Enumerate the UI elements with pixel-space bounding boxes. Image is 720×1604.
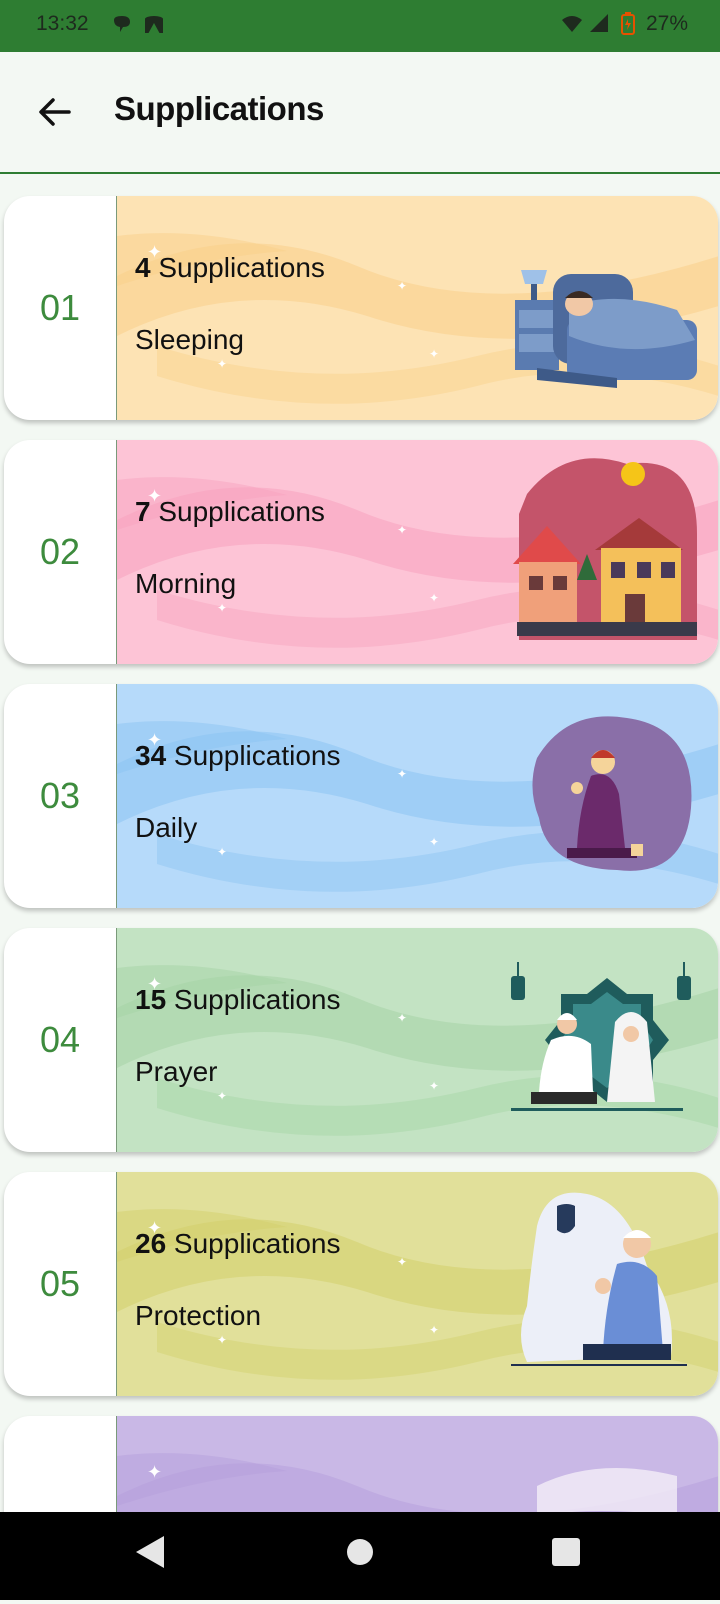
status-bar: 13:32 27%	[0, 0, 720, 52]
svg-text:✦: ✦	[397, 1011, 407, 1025]
back-arrow-icon[interactable]	[36, 94, 72, 130]
svg-text:✦: ✦	[147, 1462, 162, 1483]
category-card-partial[interactable]: ✦	[4, 1416, 718, 1512]
category-number: 01	[39, 287, 81, 328]
protection-shield-illustration	[511, 1192, 687, 1366]
category-panel: ✦ ✦ ✦ ✦ 7 Supplications Morning	[116, 440, 718, 664]
category-panel: ✦ ✦ ✦ ✦ 15 Supplications Prayer	[116, 928, 718, 1152]
category-number: 03	[39, 775, 81, 816]
svg-text:✦: ✦	[217, 1333, 227, 1347]
supplication-count: 4 Supplications	[135, 252, 325, 283]
battery-percent: 27%	[645, 12, 688, 35]
supplication-count: 34 Supplications	[135, 740, 341, 771]
category-card-prayer[interactable]: 04 ✦ ✦ ✦ ✦ 15 Supplications Prayer	[4, 928, 718, 1152]
category-name: Sleeping	[135, 324, 244, 355]
mosque-couple-illustration	[511, 962, 691, 1111]
category-number: 05	[39, 1263, 81, 1304]
supplication-count: 7 Supplications	[135, 496, 325, 527]
svg-text:✦: ✦	[397, 1255, 407, 1269]
nav-back-icon[interactable]	[136, 1536, 164, 1568]
category-card-daily[interactable]: 03 ✦ ✦ ✦ ✦ 34 Supplications Daily	[4, 684, 718, 908]
svg-text:✦: ✦	[429, 347, 439, 361]
category-panel: ✦	[116, 1416, 718, 1512]
category-number	[4, 1416, 116, 1512]
category-card-morning[interactable]: 02 ✦ ✦ ✦ ✦ 7 Supplications Morning	[4, 440, 718, 664]
signal-icon	[590, 14, 609, 33]
svg-text:✦: ✦	[397, 523, 407, 537]
category-panel: ✦ ✦ ✦ ✦ 4 Supplications Sleeping	[116, 196, 718, 420]
supplication-count: 15 Supplications	[135, 984, 341, 1015]
praying-man-illustration	[532, 716, 692, 871]
category-name: Morning	[135, 568, 237, 599]
notification-icons	[112, 14, 172, 42]
category-card-protection[interactable]: 05 ✦ ✦ ✦ ✦ 26 Supplications Protection	[4, 1172, 718, 1396]
svg-text:✦: ✦	[429, 835, 439, 849]
svg-text:✦: ✦	[429, 1323, 439, 1337]
svg-text:✦: ✦	[397, 767, 407, 781]
status-right: 27%	[560, 12, 688, 36]
category-name: Daily	[135, 812, 198, 843]
app-bar: Supplications	[0, 52, 720, 174]
navigation-bar	[0, 1512, 720, 1600]
svg-text:✦: ✦	[217, 1089, 227, 1103]
page-title: Supplications	[114, 90, 324, 127]
svg-text:✦: ✦	[217, 601, 227, 615]
svg-text:✦: ✦	[397, 279, 407, 293]
sleeping-illustration	[515, 270, 697, 388]
category-number: 04	[39, 1019, 81, 1060]
category-name: Protection	[135, 1300, 262, 1331]
category-panel: ✦ ✦ ✦ ✦ 26 Supplications Protection	[116, 1172, 718, 1396]
morning-houses-illustration	[513, 458, 697, 640]
wifi-icon	[562, 16, 583, 33]
supplication-count: 26 Supplications	[135, 1228, 341, 1259]
nav-recents-icon[interactable]	[552, 1538, 580, 1566]
nav-home-icon[interactable]	[347, 1539, 373, 1565]
svg-text:✦: ✦	[217, 845, 227, 859]
svg-text:✦: ✦	[429, 1079, 439, 1093]
category-list[interactable]: 01 ✦ ✦ ✦ ✦ 4 Supplications Sleeping 02 ✦…	[0, 172, 720, 1512]
category-card-sleeping[interactable]: 01 ✦ ✦ ✦ ✦ 4 Supplications Sleeping	[4, 196, 718, 420]
svg-text:✦: ✦	[429, 591, 439, 605]
status-time: 13:32	[36, 12, 89, 35]
svg-text:✦: ✦	[217, 357, 227, 371]
category-number: 02	[39, 531, 81, 572]
category-name: Prayer	[135, 1056, 218, 1087]
category-panel: ✦ ✦ ✦ ✦ 34 Supplications Daily	[116, 684, 718, 908]
wave-background: ✦	[117, 1416, 718, 1512]
